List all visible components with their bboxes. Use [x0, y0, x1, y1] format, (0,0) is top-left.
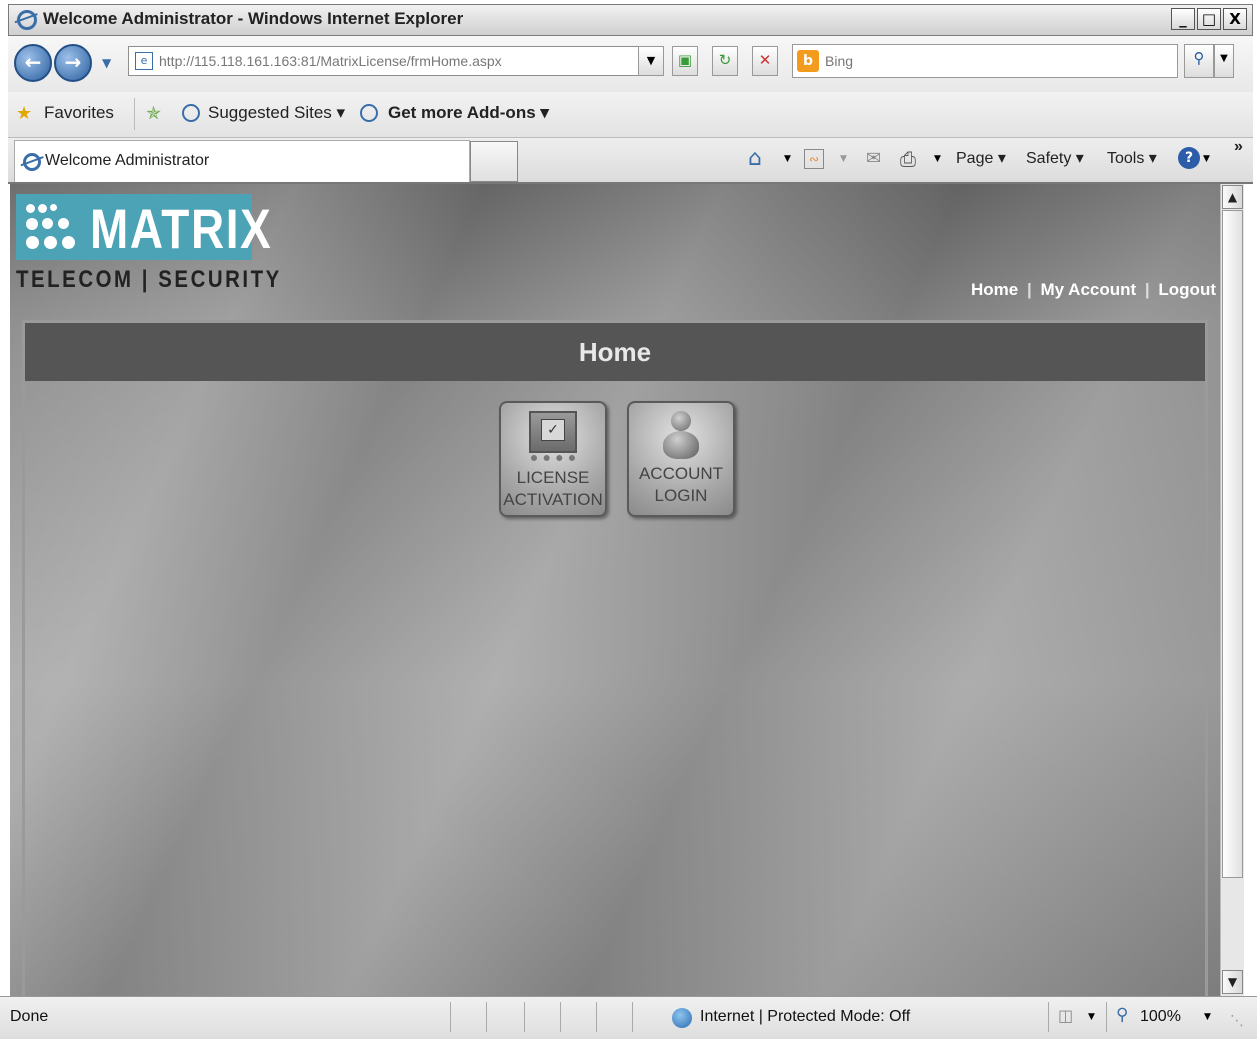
favorites-button[interactable]: Favorites	[44, 103, 114, 123]
status-bar: Done Internet | Protected Mode: Off ◫ ▼ …	[0, 996, 1257, 1039]
tab-label: Welcome Administrator	[45, 152, 210, 169]
logout-link[interactable]: Logout	[1158, 280, 1216, 299]
logo-dots-icon	[26, 204, 82, 254]
resize-grip-icon[interactable]: ⋱	[1230, 1013, 1244, 1029]
tools-menu[interactable]: Tools ▾	[1107, 148, 1157, 168]
panel-header: Home	[25, 323, 1205, 381]
ie-logo-icon	[17, 10, 37, 30]
home-panel: Home ✓ LICENSE ACTIVATION ACCOUNT LOGIN	[22, 320, 1208, 996]
get-more-addons-link[interactable]: Get more Add-ons ▾	[388, 103, 549, 123]
address-bar[interactable]: e http://115.118.161.163:81/MatrixLicens…	[128, 46, 658, 76]
back-button[interactable]: ←	[14, 44, 52, 82]
ie-page-icon	[360, 104, 378, 122]
stop-icon[interactable]: ✕	[752, 46, 778, 76]
account-login-button[interactable]: ACCOUNT LOGIN	[627, 401, 735, 517]
zoom-icon[interactable]: ⚲	[1116, 1005, 1128, 1025]
command-overflow-button[interactable]: »	[1234, 138, 1243, 156]
new-tab-button[interactable]	[470, 141, 518, 182]
top-links: Home | My Account | Logout	[971, 280, 1216, 300]
safety-menu[interactable]: Safety ▾	[1026, 148, 1084, 168]
tab-bar: Welcome Administrator ⌂ ▼ ∾ ▼ ✉ ⎙ ▼ Page…	[8, 138, 1253, 184]
minimize-button[interactable]: _	[1171, 8, 1195, 30]
navigation-bar: ← → ▼ e http://115.118.161.163:81/Matrix…	[8, 36, 1253, 92]
user-body-icon	[663, 431, 699, 459]
certificate-ribbon-icon	[531, 451, 575, 461]
scroll-up-button[interactable]: ▲	[1222, 185, 1243, 209]
window-title: Welcome Administrator - Windows Internet…	[43, 9, 464, 28]
print-dropdown-icon[interactable]: ▼	[934, 154, 941, 164]
logo-tagline: TELECOM | SECURITY	[16, 266, 282, 293]
ie-page-icon	[182, 104, 200, 122]
favorites-star-icon: ★	[16, 103, 33, 124]
close-button[interactable]: X	[1223, 8, 1247, 30]
divider	[134, 98, 135, 130]
address-url[interactable]: http://115.118.161.163:81/MatrixLicense/…	[159, 53, 502, 69]
page-icon: e	[135, 52, 153, 70]
status-text: Done	[10, 1008, 49, 1025]
link-separator: |	[1144, 280, 1150, 299]
help-icon[interactable]: ?	[1178, 147, 1200, 169]
favorites-bar: ★ Favorites ✯ Suggested Sites ▾ Get more…	[8, 92, 1253, 138]
user-head-icon	[671, 411, 691, 431]
forward-button[interactable]: →	[54, 44, 92, 82]
bing-icon: b	[797, 50, 819, 72]
help-dropdown-icon[interactable]: ▼	[1203, 154, 1210, 164]
vertical-scrollbar[interactable]: ▲ ▼	[1220, 184, 1244, 996]
license-activation-button[interactable]: ✓ LICENSE ACTIVATION	[499, 401, 607, 517]
tile-label-line2: ACTIVATION	[503, 490, 603, 509]
my-account-link[interactable]: My Account	[1040, 280, 1136, 299]
status-cell	[560, 1002, 596, 1032]
search-input[interactable]: b Bing	[792, 44, 1178, 78]
address-dropdown-button[interactable]: ▼	[638, 46, 664, 76]
certificate-icon: ✓	[529, 411, 577, 453]
status-cell	[1048, 1002, 1106, 1032]
page-content: MATRIX TELECOM | SECURITY Home | My Acco…	[10, 184, 1220, 996]
scrollbar-thumb[interactable]	[1222, 210, 1243, 878]
tile-label-line1: LICENSE	[516, 468, 590, 487]
status-cell	[596, 1002, 632, 1032]
link-separator: |	[1026, 280, 1032, 299]
status-cell	[524, 1002, 560, 1032]
add-to-favorites-icon[interactable]: ✯	[146, 103, 161, 124]
protected-mode-lock-icon[interactable]: ◫	[1058, 1006, 1073, 1025]
search-placeholder: Bing	[825, 53, 854, 69]
home-icon[interactable]: ⌂	[748, 146, 762, 171]
recent-pages-dropdown-icon[interactable]: ▼	[102, 56, 111, 70]
page-menu[interactable]: Page ▾	[956, 148, 1006, 168]
tab-welcome-administrator[interactable]: Welcome Administrator	[14, 140, 470, 182]
tile-label-line1: ACCOUNT	[638, 464, 724, 483]
compatibility-view-icon[interactable]: ▣	[672, 46, 698, 76]
security-zone-text[interactable]: Internet | Protected Mode: Off	[700, 1008, 910, 1026]
zoom-level[interactable]: 100%	[1140, 1008, 1181, 1026]
window-titlebar[interactable]: Welcome Administrator - Windows Internet…	[8, 4, 1253, 36]
logo-brand-text: MATRIX	[90, 197, 273, 260]
matrix-logo[interactable]: MATRIX	[16, 194, 271, 260]
maximize-button[interactable]: □	[1197, 8, 1221, 30]
zone-dropdown-icon[interactable]: ▼	[1088, 1012, 1095, 1022]
status-cell	[486, 1002, 524, 1032]
internet-zone-icon	[672, 1008, 692, 1028]
home-dropdown-icon[interactable]: ▼	[784, 154, 791, 164]
status-cell	[632, 1002, 668, 1032]
page-title: Home	[578, 337, 652, 367]
status-cell	[450, 1002, 486, 1032]
mail-icon[interactable]: ✉	[866, 148, 881, 169]
suggested-sites-link[interactable]: Suggested Sites ▾	[208, 103, 345, 123]
feeds-dropdown-icon[interactable]: ▼	[840, 154, 847, 164]
tab-ie-icon	[23, 153, 41, 171]
search-icon[interactable]: ⚲	[1184, 44, 1214, 78]
search-options-dropdown-icon[interactable]: ▼	[1214, 44, 1234, 78]
home-link[interactable]: Home	[971, 280, 1018, 299]
zoom-dropdown-icon[interactable]: ▼	[1204, 1012, 1211, 1022]
scroll-down-button[interactable]: ▼	[1222, 970, 1243, 994]
refresh-icon[interactable]: ↻	[712, 46, 738, 76]
tile-label-line2: LOGIN	[654, 486, 708, 505]
feeds-icon[interactable]: ∾	[804, 149, 824, 169]
print-icon[interactable]: ⎙	[900, 147, 916, 171]
